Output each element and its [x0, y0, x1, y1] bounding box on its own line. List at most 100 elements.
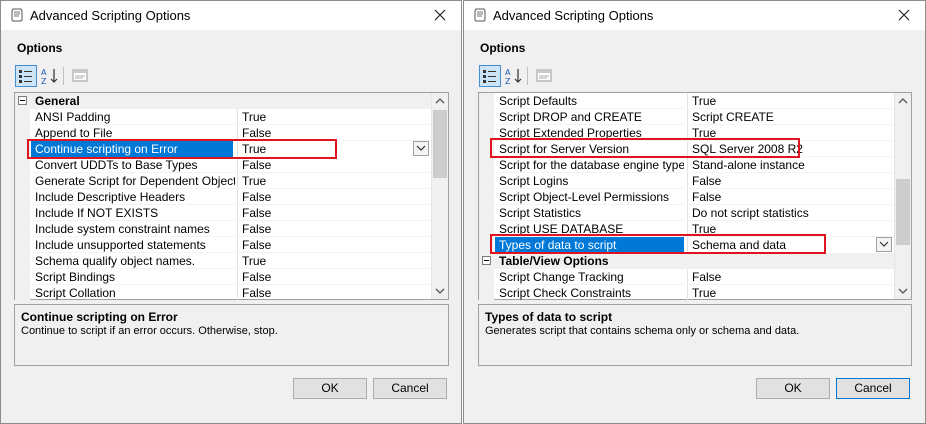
- property-row[interactable]: Script Defaults True: [479, 93, 911, 109]
- alphabetical-button[interactable]: A Z: [39, 65, 61, 87]
- toolbar-separator: [527, 67, 528, 85]
- row-gutter: [15, 93, 30, 109]
- value-dropdown-button[interactable]: [413, 141, 429, 156]
- advanced-scripting-options-dialog-right: Advanced Scripting Options Options A Z S…: [463, 0, 926, 424]
- description-title: Types of data to script: [485, 310, 613, 324]
- row-gutter: [15, 157, 30, 173]
- ok-button[interactable]: OK: [293, 378, 367, 399]
- property-row[interactable]: Script Check Constraints True: [479, 285, 911, 301]
- scroll-up-icon[interactable]: [432, 93, 448, 109]
- cancel-button[interactable]: Cancel: [373, 378, 447, 399]
- svg-text:Z: Z: [41, 77, 47, 86]
- property-row[interactable]: Generate Script for Dependent Objects Tr…: [15, 173, 448, 189]
- row-gutter: [15, 285, 30, 301]
- row-gutter: [15, 189, 30, 205]
- description-title: Continue scripting on Error: [21, 310, 178, 324]
- title-bar: Advanced Scripting Options: [1, 1, 461, 30]
- close-icon: [434, 9, 446, 21]
- chevron-down-icon: [879, 241, 889, 247]
- property-row[interactable]: Include If NOT EXISTS False: [15, 205, 448, 221]
- property-name: Script Defaults: [499, 94, 578, 108]
- category-row[interactable]: General: [15, 93, 448, 109]
- property-row[interactable]: Script Change Tracking False: [479, 269, 911, 285]
- property-value: True: [687, 93, 887, 109]
- property-row[interactable]: Script for the database engine type Stan…: [479, 157, 911, 173]
- alphabetical-button[interactable]: A Z: [503, 65, 525, 87]
- chevron-down-icon: [416, 145, 426, 151]
- category-row[interactable]: Table/View Options: [479, 253, 911, 269]
- property-row[interactable]: Include unsupported statements False: [15, 237, 448, 253]
- row-gutter: [15, 109, 30, 125]
- scrollbar-thumb[interactable]: [896, 179, 910, 245]
- property-name: Script Statistics: [499, 206, 582, 220]
- collapse-icon[interactable]: [18, 96, 27, 105]
- close-button[interactable]: [887, 2, 921, 28]
- property-row[interactable]: Schema qualify object names. True: [15, 253, 448, 269]
- svg-text:Z: Z: [505, 77, 511, 86]
- row-gutter: [479, 93, 494, 109]
- row-gutter: [479, 269, 494, 285]
- cancel-button[interactable]: Cancel: [836, 378, 910, 399]
- close-button[interactable]: [423, 2, 457, 28]
- property-value: True: [237, 253, 427, 269]
- property-row[interactable]: Script Bindings False: [15, 269, 448, 285]
- property-row[interactable]: Script Logins False: [479, 173, 911, 189]
- value-dropdown-button[interactable]: [876, 237, 892, 252]
- property-row[interactable]: Script Statistics Do not script statisti…: [479, 205, 911, 221]
- row-gutter: [15, 253, 30, 269]
- options-label: Options: [480, 41, 526, 55]
- property-row[interactable]: ANSI Padding True: [15, 109, 448, 125]
- property-pages-icon: [72, 69, 88, 82]
- categorized-view-icon: [483, 70, 496, 83]
- close-icon: [898, 9, 910, 21]
- property-value: False: [687, 173, 887, 189]
- property-name: Script Collation: [35, 286, 116, 300]
- property-row[interactable]: Script Object-Level Permissions False: [479, 189, 911, 205]
- property-pages-button[interactable]: [69, 65, 91, 87]
- description-text: Continue to script if an error occurs. O…: [21, 325, 278, 337]
- property-value: False: [237, 157, 427, 173]
- property-name: Generate Script for Dependent Objects: [35, 174, 235, 188]
- property-grid-toolbar: A Z: [479, 65, 579, 87]
- scroll-up-icon[interactable]: [895, 93, 911, 109]
- property-value: False: [237, 221, 427, 237]
- property-value: True: [237, 173, 427, 189]
- property-row[interactable]: Script Collation False: [15, 285, 448, 301]
- property-row[interactable]: Include Descriptive Headers False: [15, 189, 448, 205]
- property-row[interactable]: Script DROP and CREATE Script CREATE: [479, 109, 911, 125]
- property-value: False: [237, 285, 427, 301]
- row-gutter: [15, 205, 30, 221]
- property-name: Script DROP and CREATE: [499, 110, 642, 124]
- categorized-button[interactable]: [15, 65, 37, 87]
- property-row[interactable]: Include system constraint names False: [15, 221, 448, 237]
- property-name: Script Change Tracking: [499, 270, 624, 284]
- property-row[interactable]: Convert UDDTs to Base Types False: [15, 157, 448, 173]
- scroll-down-icon[interactable]: [432, 283, 448, 299]
- row-gutter: [15, 237, 30, 253]
- property-value: True: [237, 109, 427, 125]
- property-name: Include If NOT EXISTS: [35, 206, 159, 220]
- highlight-box: [490, 234, 826, 254]
- alphabetical-sort-icon: A Z: [505, 68, 522, 86]
- advanced-scripting-options-dialog-left: Advanced Scripting Options Options A Z G…: [0, 0, 462, 424]
- categorized-button[interactable]: [479, 65, 501, 87]
- vertical-scrollbar[interactable]: [431, 93, 448, 299]
- property-value: Stand-alone instance: [687, 157, 887, 173]
- scrollbar-thumb[interactable]: [433, 110, 447, 178]
- property-name: Convert UDDTs to Base Types: [35, 158, 198, 172]
- property-value: False: [237, 189, 427, 205]
- svg-text:A: A: [505, 68, 511, 77]
- vertical-scrollbar[interactable]: [894, 93, 911, 299]
- property-name: Script Bindings: [35, 270, 116, 284]
- property-name: ANSI Padding: [35, 110, 111, 124]
- description-panel: Types of data to script Generates script…: [478, 304, 912, 366]
- property-pages-button[interactable]: [533, 65, 555, 87]
- scroll-icon: [11, 8, 23, 22]
- row-gutter: [15, 269, 30, 285]
- property-name: Schema qualify object names.: [35, 254, 196, 268]
- ok-button[interactable]: OK: [756, 378, 830, 399]
- property-value: False: [237, 269, 427, 285]
- collapse-icon[interactable]: [482, 256, 491, 265]
- property-name: Script for the database engine type: [499, 158, 684, 172]
- scroll-down-icon[interactable]: [895, 283, 911, 299]
